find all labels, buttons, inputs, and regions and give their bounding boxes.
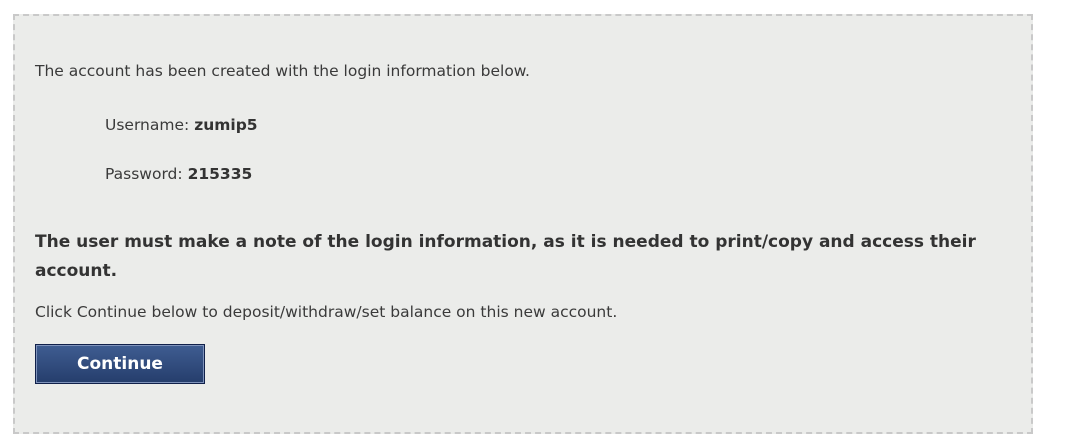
intro-message: The account has been created with the lo… (35, 62, 530, 80)
password-value: 215335 (187, 165, 253, 183)
login-note: The user must make a note of the login i… (35, 232, 976, 281)
password-label: Password: (105, 165, 183, 183)
continue-instruction: Click Continue below to deposit/withdraw… (35, 303, 618, 321)
account-created-panel: The account has been created with the lo… (13, 14, 1033, 434)
continue-button[interactable]: Continue (35, 344, 205, 384)
username-value: zumip5 (194, 116, 258, 134)
password-row: Password: 215335 (105, 165, 252, 183)
username-label: Username: (105, 116, 190, 134)
username-row: Username: zumip5 (105, 116, 258, 134)
